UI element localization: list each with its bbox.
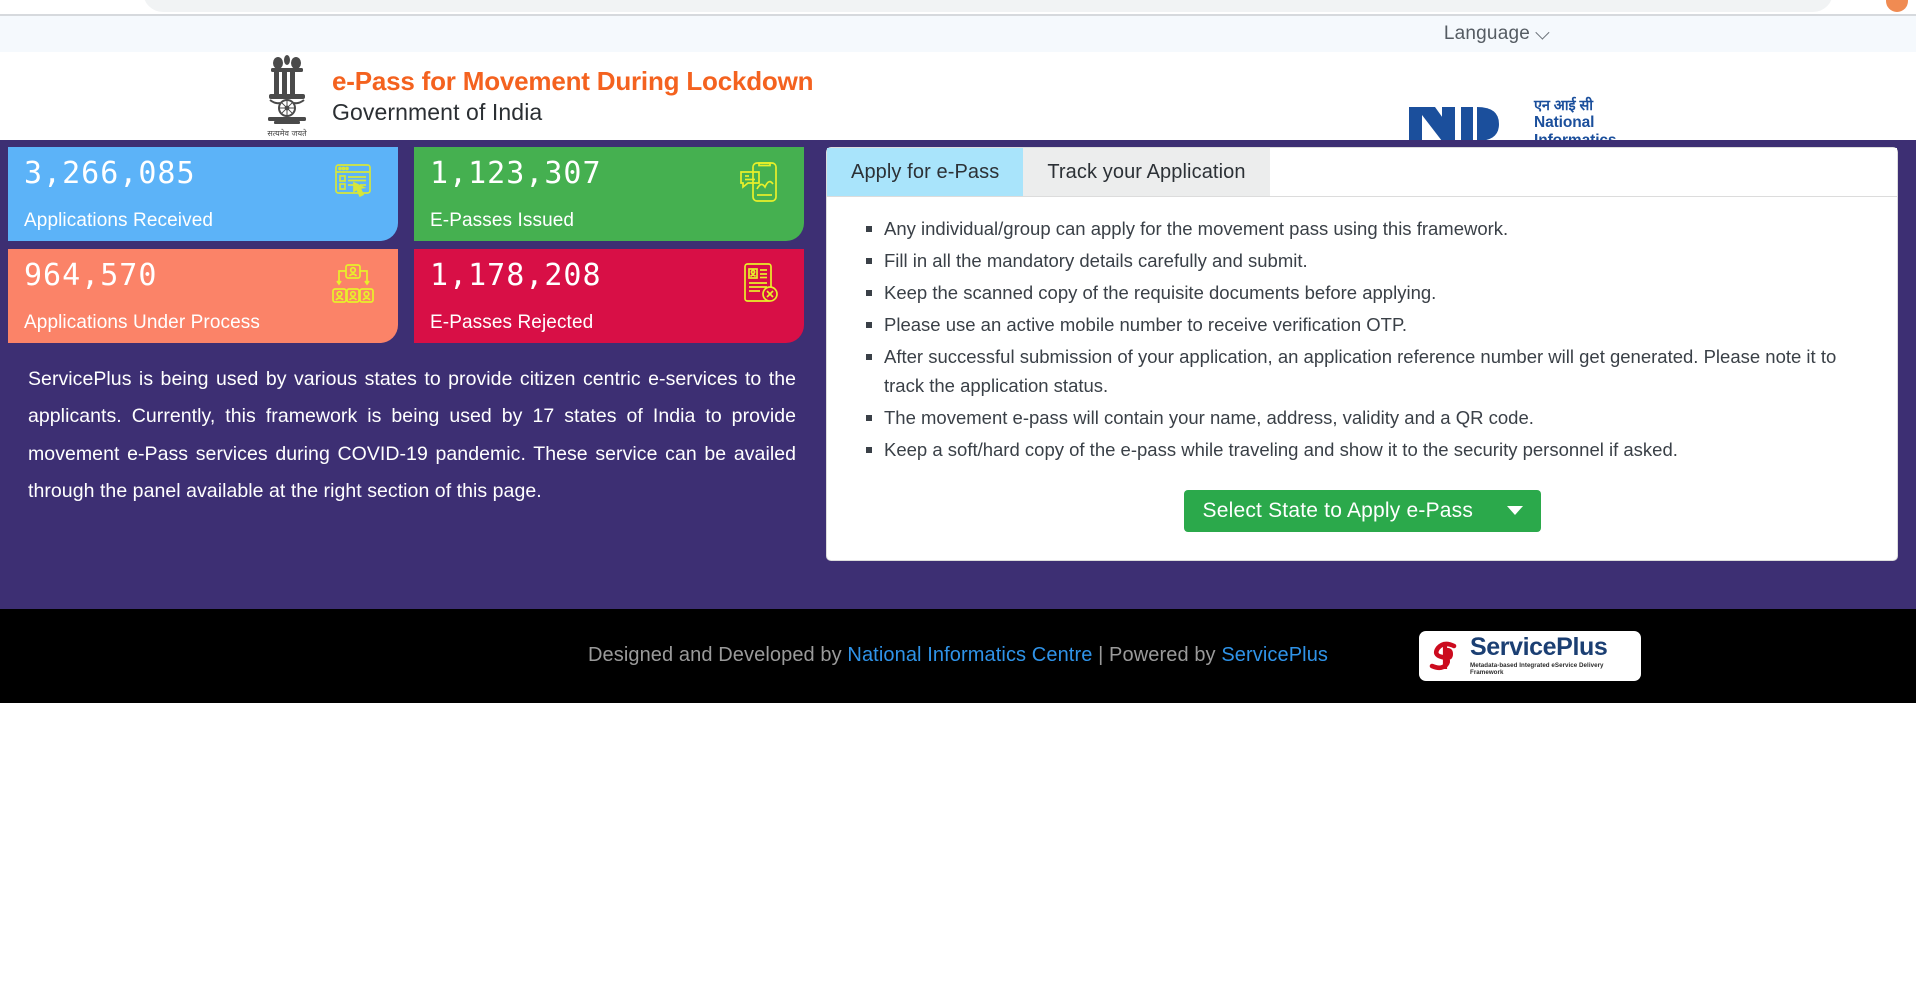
apply-panel: Apply for e-Pass Track your Application … <box>826 147 1898 561</box>
stat-label: E-Passes Rejected <box>430 312 594 333</box>
stats-column: 3,266,085 Applications Received 1,123,30… <box>8 147 808 511</box>
language-bar: Language <box>0 16 1916 52</box>
tab-strip-filler <box>1269 148 1897 196</box>
nic-line-1: National <box>1534 114 1595 132</box>
india-emblem-icon: सत्यमेव जयते <box>258 50 316 142</box>
footer-credits: Designed and Developed by National Infor… <box>588 644 1328 667</box>
stats-grid: 3,266,085 Applications Received 1,123,30… <box>8 147 808 343</box>
emblem-motto-text: सत्यमेव जयते <box>267 128 307 138</box>
stat-card-applications-received[interactable]: 3,266,085 Applications Received <box>8 147 398 241</box>
intro-paragraph: ServicePlus is being used by various sta… <box>28 368 796 503</box>
list-item: After successful submission of your appl… <box>866 343 1867 399</box>
panel-body: Any individual/group can apply for the m… <box>827 197 1897 560</box>
select-state-button-label: Select State to Apply e-Pass <box>1202 498 1474 522</box>
serviceplus-logo[interactable]: ServicePlus Metadata-based Integrated eS… <box>1419 630 1641 681</box>
list-item: The movement e-pass will contain your na… <box>866 404 1867 432</box>
main-content: 3,266,085 Applications Received 1,123,30… <box>0 140 1916 609</box>
stat-value: 1,123,307 <box>430 156 602 191</box>
workflow-users-icon <box>330 261 376 307</box>
footer-middle: | Powered by <box>1092 644 1222 667</box>
page-title: e-Pass for Movement During Lockdown <box>332 65 814 96</box>
panel-tabs: Apply for e-Pass Track your Application <box>827 148 1897 197</box>
stat-card-applications-under-process[interactable]: 964,570 Applications Under Process <box>8 249 398 343</box>
mobile-pass-icon <box>736 159 782 205</box>
select-state-button[interactable]: Select State to Apply e-Pass <box>1183 489 1541 532</box>
serviceplus-name: ServicePlus <box>1470 633 1608 662</box>
list-item: Keep the scanned copy of the requisite d… <box>866 279 1867 307</box>
browser-chrome <box>0 0 1916 16</box>
tab-apply-for-epass[interactable]: Apply for e-Pass <box>827 148 1024 196</box>
list-item: Keep a soft/hard copy of the e-pass whil… <box>866 436 1867 464</box>
stat-value: 964,570 <box>24 258 158 293</box>
nic-hindi-text: एन आई सी <box>1534 98 1593 114</box>
brand-block: सत्यमेव जयते e-Pass for Movement During … <box>258 50 813 142</box>
stat-value: 1,178,208 <box>430 258 602 293</box>
form-click-icon <box>330 159 376 205</box>
list-item: Fill in all the mandatory details carefu… <box>866 247 1867 275</box>
caret-down-icon <box>1506 506 1523 516</box>
browser-address-bar[interactable] <box>143 0 1833 12</box>
select-state-button-wrap: Select State to Apply e-Pass <box>857 489 1867 532</box>
language-label: Language <box>1443 23 1530 44</box>
browser-profile-avatar[interactable] <box>1886 0 1908 12</box>
stat-label: Applications Under Process <box>24 312 260 333</box>
chevron-down-icon <box>1535 25 1550 40</box>
stat-label: Applications Received <box>24 210 214 231</box>
site-header: सत्यमेव जयते e-Pass for Movement During … <box>0 50 1916 166</box>
site-footer: Designed and Developed by National Infor… <box>0 608 1916 703</box>
page-subtitle: Government of India <box>332 99 543 126</box>
footer-link-nic[interactable]: National Informatics Centre <box>847 644 1092 666</box>
apply-panel-column: Apply for e-Pass Track your Application … <box>826 147 1908 561</box>
serviceplus-mark-icon <box>1429 641 1457 670</box>
footer-link-serviceplus[interactable]: ServicePlus <box>1221 644 1328 666</box>
list-item: Any individual/group can apply for the m… <box>866 215 1867 243</box>
stat-card-epasses-issued[interactable]: 1,123,307 E-Passes Issued <box>414 147 804 241</box>
stat-value: 3,266,085 <box>24 156 196 191</box>
footer-prefix: Designed and Developed by <box>587 644 848 667</box>
document-rejected-icon <box>736 261 782 307</box>
tab-track-your-application[interactable]: Track your Application <box>1023 148 1269 196</box>
language-selector[interactable]: Language <box>1443 23 1550 45</box>
page-blank-area <box>0 702 1916 993</box>
instructions-list: Any individual/group can apply for the m… <box>857 215 1867 464</box>
list-item: Please use an active mobile number to re… <box>866 311 1867 339</box>
stat-card-epasses-rejected[interactable]: 1,178,208 E-Passes Rejected <box>414 249 804 343</box>
serviceplus-tagline: Metadata-based Integrated eService Deliv… <box>1470 662 1604 677</box>
stat-label: E-Passes Issued <box>430 210 575 231</box>
